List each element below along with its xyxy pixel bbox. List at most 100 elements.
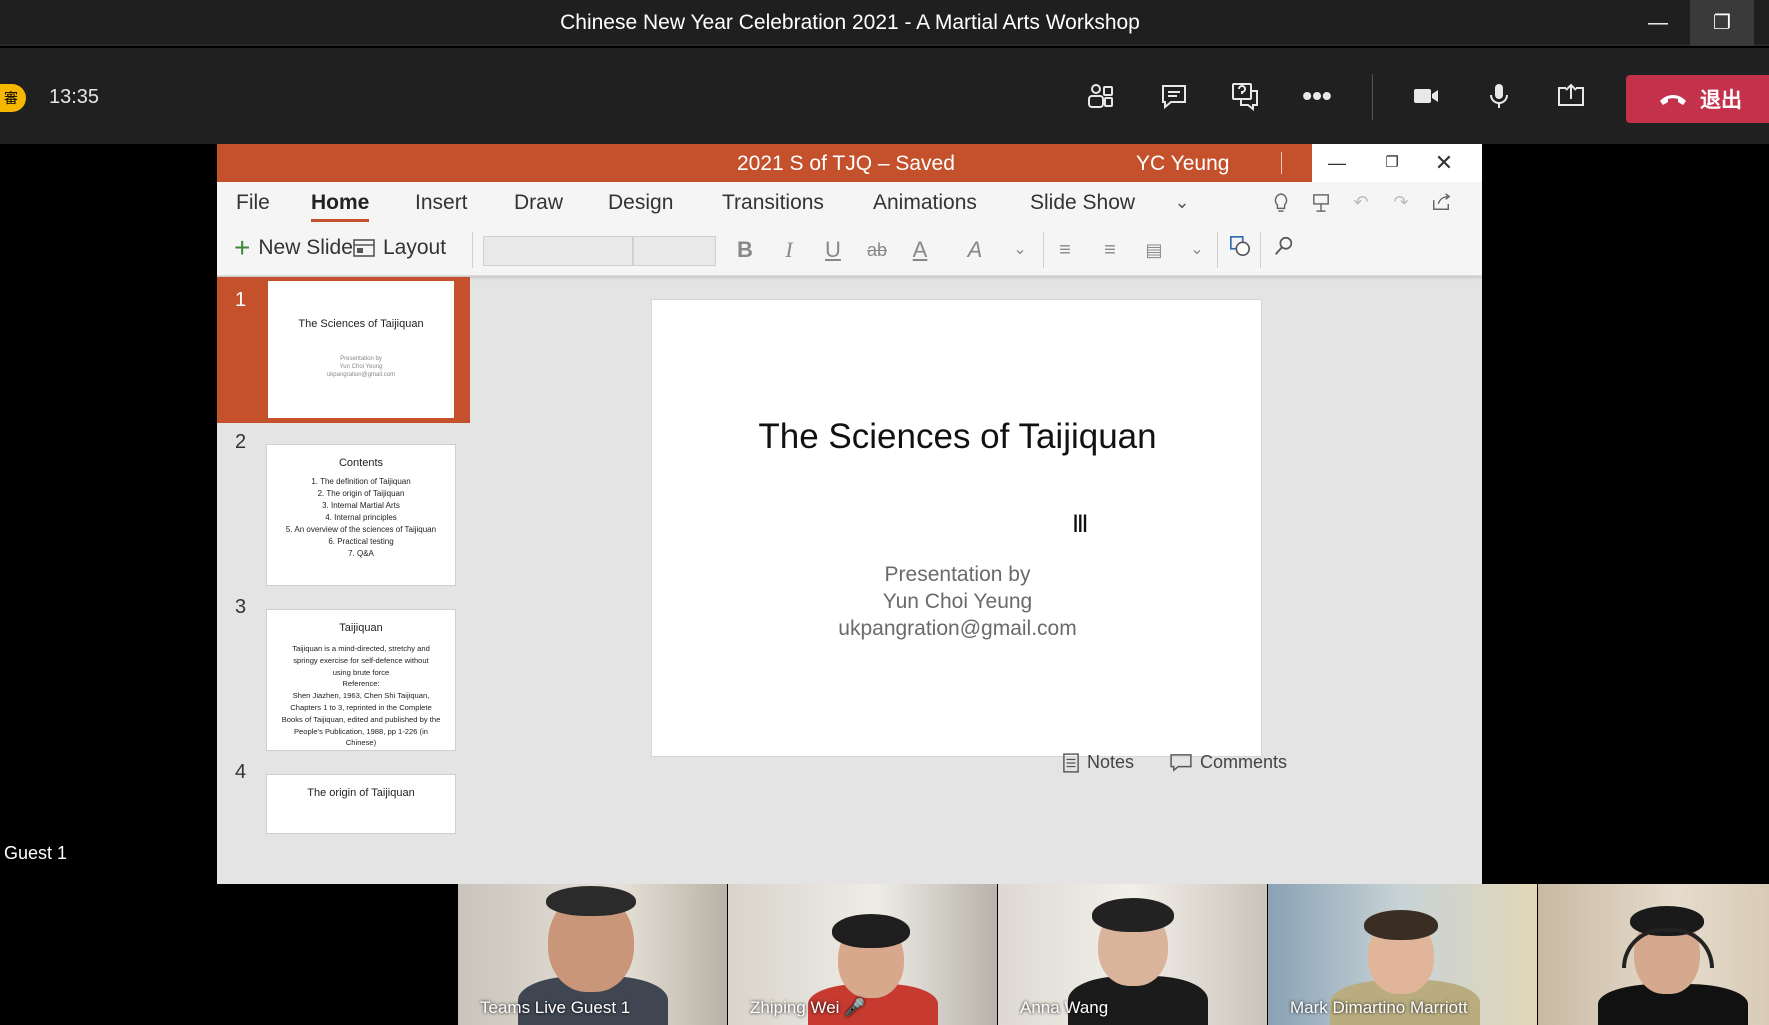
video-tile[interactable] [1538,884,1769,1025]
video-tile[interactable]: Zhiping Wei 🎤 [728,884,997,1025]
shapes-icon[interactable] [1225,235,1255,265]
microphone-icon [1490,84,1508,108]
slide-title[interactable]: The Sciences of Taijiquan [652,417,1263,457]
powerpoint-window: 2021 S of TJQ – Saved YC Yeung — ❐ ✕ Fil… [217,144,1482,884]
tab-design[interactable]: Design [608,191,673,215]
participant-hair [1364,910,1438,940]
comments-button[interactable]: Comments [1170,752,1287,773]
slide-thumbnail-panel: 1 The Sciences of Taijiquan Presentation… [217,277,470,884]
hang-up-icon [1660,95,1686,105]
font-name-box[interactable] [483,236,633,266]
user-name[interactable]: YC Yeung [1136,152,1229,176]
thumbnail-number: 3 [235,596,247,618]
video-tile[interactable]: Teams Live Guest 1 [458,884,727,1025]
search-icon[interactable] [1269,235,1299,265]
bold-icon[interactable]: B [730,235,760,265]
more-icon: ••• [1302,80,1332,111]
share-tray-icon [1558,83,1584,106]
title-divider [1281,152,1282,174]
font-size-box[interactable] [633,236,716,266]
chat-button[interactable] [1148,70,1200,122]
lightbulb-icon[interactable] [1267,192,1295,216]
slide-subtitle[interactable]: Presentation by Yun Choi Yeung ukpangrat… [652,561,1263,642]
camera-button[interactable] [1400,70,1452,122]
leave-button[interactable]: 退出 [1626,75,1769,123]
thumbnail-line: Reference: [342,679,380,689]
slide-canvas[interactable]: The Sciences of Taijiquan Presentation b… [651,299,1262,757]
thumbnail-title: The Sciences of Taijiquan [298,318,424,330]
share-icon[interactable] [1427,192,1455,216]
slide-thumbnail-1[interactable]: The Sciences of Taijiquan Presentation b… [266,279,456,420]
recording-badge: 審 [0,84,26,112]
new-slide-label: New Slide [258,236,353,259]
video-tile[interactable]: Anna Wang [998,884,1267,1025]
ribbon-divider [1043,232,1044,268]
participant-hair [546,886,636,916]
redo-icon[interactable]: ↷ [1387,192,1415,216]
slide-thumbnail-4[interactable]: The origin of Taijiquan [266,774,456,834]
notes-label: Notes [1087,752,1135,772]
more-options-button[interactable]: ••• [1291,70,1343,122]
participant-video-strip: Teams Live Guest 1 Zhiping Wei 🎤 Anna Wa… [0,884,1769,1025]
tab-home[interactable]: Home [311,191,370,222]
new-slide-button[interactable]: + New Slide [234,232,353,263]
strikethrough-icon[interactable]: ab [862,235,892,265]
notes-button[interactable]: Notes [1063,752,1134,773]
qna-button[interactable] [1219,70,1271,122]
ppt-close-button[interactable]: ✕ [1424,148,1464,178]
tab-file[interactable]: File [236,191,270,215]
undo-icon[interactable]: ↶ [1347,192,1375,216]
layout-button[interactable]: Layout [353,236,446,260]
thumbnail-line: Chinese) [345,738,377,748]
ribbon-divider [472,232,473,268]
tab-animations[interactable]: Animations [873,191,977,215]
more-tabs-chevron-icon[interactable]: ⌄ [1168,192,1196,216]
subtitle-line: Yun Choi Yeung [882,590,1033,613]
tab-draw[interactable]: Draw [514,191,563,215]
thumbnail-body: 1. The definition of Taijiquan 2. The or… [267,476,455,560]
chat-icon [1162,85,1186,110]
ppt-restore-button[interactable]: ❐ [1372,148,1412,178]
minimize-button[interactable]: — [1626,0,1690,46]
underline-icon[interactable]: U [818,235,848,265]
font-color-icon[interactable]: A [905,235,935,265]
thumbnail-line: Books of Taijiquan, edited and published… [281,714,441,724]
slide-thumbnail-2[interactable]: Contents 1. The definition of Taijiquan … [266,444,456,586]
tab-insert[interactable]: Insert [415,191,468,215]
teams-title-bar: Chinese New Year Celebration 2021 - A Ma… [0,0,1769,46]
ppt-minimize-button[interactable]: — [1317,148,1357,178]
document-title[interactable]: 2021 S of TJQ – Saved [737,152,955,176]
thumbnail-title: Contents [338,457,384,469]
tab-transitions[interactable]: Transitions [722,191,824,215]
font-options-chevron-icon[interactable]: ⌄ [1005,235,1035,265]
italic-icon[interactable]: I [774,235,804,265]
bullets-icon[interactable]: ≡ [1050,235,1080,265]
thumbnail-line: 6. Practical testing [328,537,394,546]
microphone-button[interactable] [1473,70,1525,122]
camera-icon [1414,89,1438,103]
plus-icon: + [234,232,251,263]
share-content-button[interactable] [1545,70,1597,122]
numbering-icon[interactable]: ≡ [1095,235,1125,265]
participant-name-text: Zhiping Wei [750,998,840,1017]
restore-button[interactable]: ❐ [1690,0,1754,46]
participants-button[interactable] [1074,70,1126,122]
tab-slide-show[interactable]: Slide Show [1030,191,1135,215]
thumbnail-line: using brute force [332,667,390,677]
thumbnail-line: Taijiquan is a mind-directed, stretchy a… [292,644,430,653]
present-icon[interactable] [1307,192,1335,216]
paragraph-options-chevron-icon[interactable]: ⌄ [1182,235,1212,265]
video-tile[interactable]: Mark Dimartino Marriott [1268,884,1537,1025]
thumbnail-line: Chapters 1 to 3, reprinted in the Comple… [290,702,432,712]
indent-icon[interactable]: ▤ [1139,235,1169,265]
ribbon-divider [1260,232,1261,268]
comments-label: Comments [1200,752,1288,772]
clear-formatting-icon[interactable]: A [960,235,990,265]
slide-thumbnail-3[interactable]: Taijiquan Taijiquan is a mind-directed, … [266,609,456,751]
thumbnail-line: 2. The origin of Taijiquan [317,489,405,498]
thumbnail-body: Presentation by Yun Choi Yeung ukpangrat… [268,355,454,379]
meeting-toolbar: 審 13:35 ••• 退出 [0,48,1769,144]
ppt-title-bar: 2021 S of TJQ – Saved YC Yeung — ❐ ✕ [217,144,1482,182]
ribbon-tabs: File Home Insert Draw Design Transitions… [217,182,1482,224]
meeting-title: Chinese New Year Celebration 2021 - A Ma… [560,11,1140,34]
